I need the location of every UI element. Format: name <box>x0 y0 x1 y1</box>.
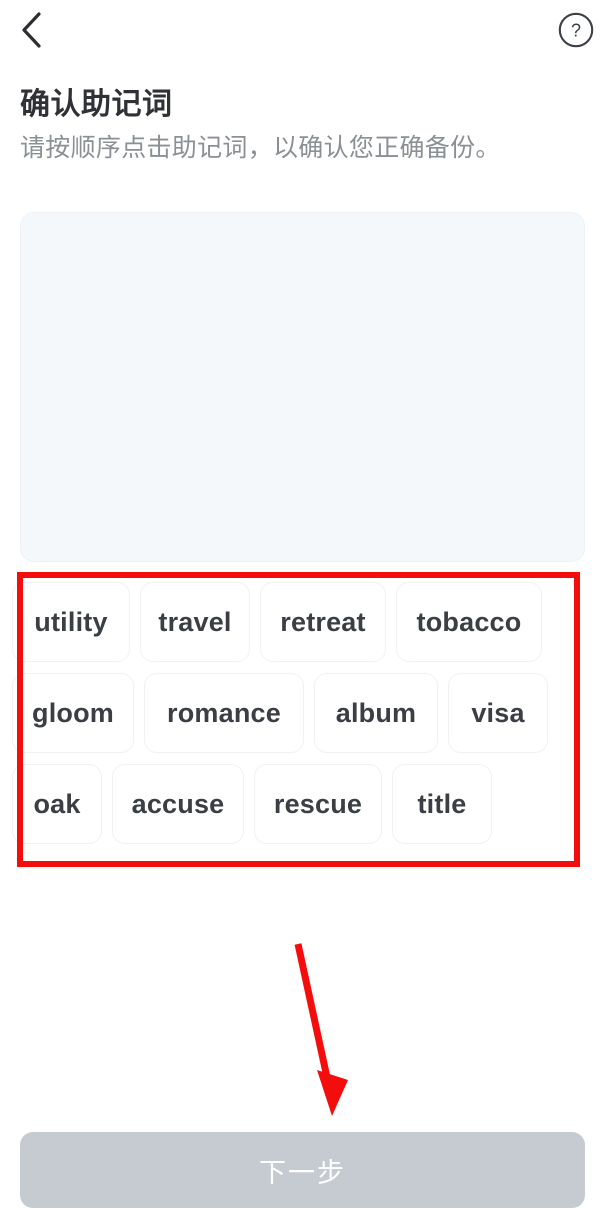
help-button[interactable]: ? <box>554 8 598 52</box>
top-bar: ? <box>0 0 610 62</box>
word-chip[interactable]: gloom <box>12 673 134 753</box>
annotation-arrow <box>270 930 390 1130</box>
word-chip[interactable]: visa <box>448 673 548 753</box>
back-button[interactable] <box>8 6 56 54</box>
page-subtitle: 请按顺序点击助记词，以确认您正确备份。 <box>20 134 501 162</box>
word-chip[interactable]: oak <box>12 764 102 844</box>
chevron-left-icon <box>19 10 45 50</box>
help-circle-icon: ? <box>557 11 595 49</box>
next-button[interactable]: 下一步 <box>20 1132 585 1208</box>
word-chip[interactable]: romance <box>144 673 304 753</box>
word-chip[interactable]: retreat <box>260 582 386 662</box>
word-chip[interactable]: tobacco <box>396 582 542 662</box>
word-chip[interactable]: album <box>314 673 438 753</box>
selected-words-panel[interactable] <box>20 212 585 562</box>
word-chip[interactable]: title <box>392 764 492 844</box>
word-chip[interactable]: travel <box>140 582 250 662</box>
word-chip[interactable]: rescue <box>254 764 382 844</box>
page-title: 确认助记词 <box>20 88 173 121</box>
svg-text:?: ? <box>571 21 581 41</box>
word-chip[interactable]: accuse <box>112 764 244 844</box>
word-chip[interactable]: utility <box>12 582 130 662</box>
word-bank: utility travel retreat tobacco gloom romance a… <box>12 582 588 844</box>
